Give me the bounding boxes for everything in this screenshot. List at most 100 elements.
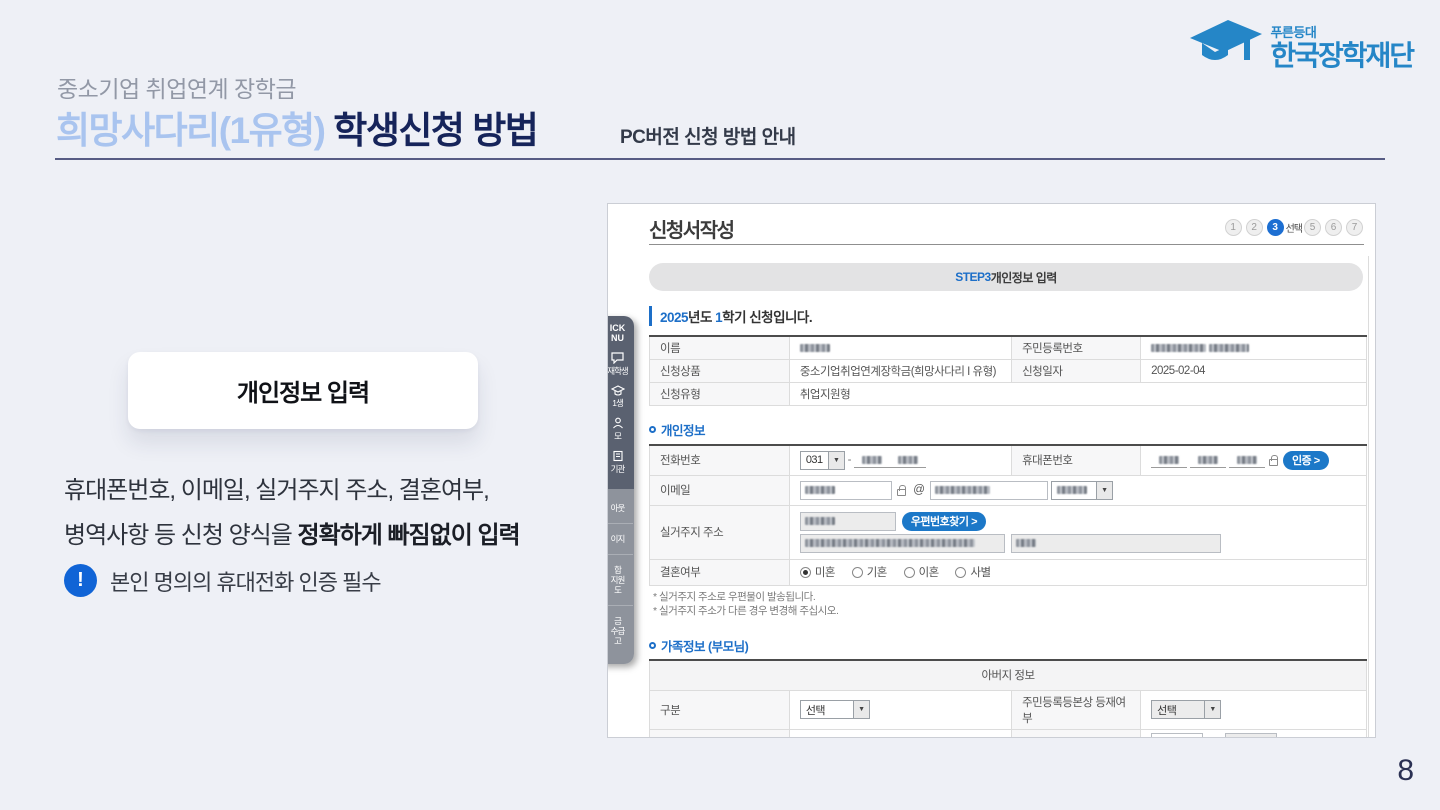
address-detail-input[interactable] [1011, 534, 1221, 553]
table-row: 신청상품 중소기업취업연계장학금(희망사다리 I 유형) 신청일자 2025-0… [650, 360, 1367, 383]
important-note: ! 본인 명의의 휴대전화 인증 필수 [64, 564, 381, 597]
lock-icon [1269, 459, 1278, 466]
form-title: 신청서작성 [649, 214, 734, 243]
quickmenu-item-mypage[interactable]: 이지 [607, 524, 633, 555]
table-row: 이메일 @ ▼ [650, 475, 1367, 505]
email-id-input[interactable] [800, 481, 892, 500]
slide-title-highlight: 희망사다리(1유형) [56, 110, 325, 151]
chevron-down-icon: ▼ [828, 452, 844, 469]
step-3-active[interactable]: 3 [1267, 219, 1284, 236]
quickmenu-item-institution[interactable]: 기관 [607, 450, 632, 474]
redacted-name [800, 344, 830, 352]
quickmenu-item-parent[interactable]: 모 [607, 417, 632, 441]
name-label: 이름 [650, 336, 790, 360]
father-name-label: 성명(아버지) [650, 729, 790, 738]
redacted-rrn2 [1209, 344, 1249, 352]
verify-button[interactable]: 인증 > [1283, 451, 1329, 470]
slide-subtitle: PC버전 신청 방법 안내 [620, 122, 796, 149]
step-7[interactable]: 7 [1346, 219, 1363, 236]
slide-title-rest: 학생신청 방법 [325, 110, 538, 151]
ksaf-logo: 푸른등대 한국장학재단 [1188, 12, 1413, 70]
section-bullet-icon [649, 426, 656, 433]
table-row: 신청유형 취업지원형 [650, 383, 1367, 406]
zipcode-search-button[interactable]: 우편번호찾기 > [902, 512, 986, 531]
date-value: 2025-02-04 [1141, 360, 1367, 383]
step-indicator: 1 2 3 선택 5 6 7 [1225, 219, 1363, 236]
scrollbar[interactable] [1368, 256, 1369, 737]
registry-label: 주민등록등본상 등재여부 [1012, 690, 1141, 729]
title-divider [649, 244, 1364, 245]
summary-table: 이름 주민등록번호 신청상품 중소기업취업연계장학금(희망사다리 I 유형) 신… [649, 335, 1367, 406]
mobile-last-input[interactable] [1229, 452, 1265, 468]
step-6[interactable]: 6 [1325, 219, 1342, 236]
mobile-mid-input[interactable] [1190, 452, 1226, 468]
radio-icon [852, 567, 863, 578]
chat-bubble-icon [611, 352, 624, 364]
father-type-select[interactable]: 선택▼ [800, 700, 870, 719]
name-value [789, 336, 1011, 360]
personal-section-header: 개인정보 [649, 420, 705, 439]
father-rrn-label: 주민등록번호 [1012, 729, 1141, 738]
registry-select[interactable]: 선택▼ [1151, 700, 1221, 719]
radio-widowed[interactable]: 사별 [955, 567, 990, 579]
email-domain-select[interactable]: ▼ [1051, 481, 1113, 500]
quickmenu-item-benefit[interactable]: 금 수급 고 [607, 606, 633, 656]
radio-icon [955, 567, 966, 578]
father-name-cell [789, 729, 1011, 738]
address-label: 실거주지 주소 [650, 505, 790, 559]
father-info-table: 아버지 정보 구분 선택▼ 주민등록등본상 등재여부 선택▼ 성명(아버지) 주… [649, 659, 1367, 738]
section-bullet-icon [649, 642, 656, 649]
family-section-title: 가족정보 (부모님) [661, 636, 748, 655]
email-cell: @ ▼ [789, 475, 1366, 505]
quick-menu: ICK NU 재학생 1생 모 기관 아웃 이지 합 지원 도 금 수급 고 [607, 316, 634, 664]
lock-icon [897, 489, 906, 496]
table-row: 결혼여부 미혼 기혼 이혼 사별 [650, 559, 1367, 585]
product-label: 신청상품 [650, 360, 790, 383]
rrn-label: 주민등록번호 [1012, 336, 1141, 360]
semester-notice: 2025년도 1학기 신청입니다. [649, 306, 812, 326]
father-rrn-back-input[interactable] [1225, 733, 1277, 739]
table-row: 성명(아버지) 주민등록번호 - 실명확인 > [650, 729, 1367, 738]
logo-small-label: 푸른등대 [1270, 22, 1413, 41]
page-number: 8 [1397, 754, 1414, 788]
note-text: 본인 명의의 휴대전화 인증 필수 [110, 565, 381, 597]
address-cell: 우편번호찾기 > [789, 505, 1366, 559]
quickmenu-item-logout[interactable]: 아웃 [607, 493, 633, 524]
table-row: 구분 선택▼ 주민등록등본상 등재여부 선택▼ [650, 690, 1367, 729]
chevron-down-icon: ▼ [1096, 482, 1112, 499]
header-divider [55, 158, 1385, 160]
phone-last-input[interactable] [890, 452, 926, 468]
quickmenu-item-student[interactable]: 재학생 [607, 352, 632, 376]
zipcode-input[interactable] [800, 512, 896, 531]
step-banner: STEP3 개인정보 입력 [649, 263, 1363, 291]
radio-married[interactable]: 기혼 [852, 567, 887, 579]
step-5[interactable]: 5 [1304, 219, 1321, 236]
phone-label: 전화번호 [650, 445, 790, 475]
mobile-carrier-input[interactable] [1151, 452, 1187, 468]
notice-year: 2025 [660, 310, 688, 325]
step-2[interactable]: 2 [1246, 219, 1263, 236]
address-main-input[interactable] [800, 534, 1005, 553]
quick-menu-top: ICK NU 재학생 1생 모 기관 [607, 316, 634, 489]
quick-menu-header: ICK NU [607, 323, 632, 343]
phone-area-select[interactable]: 031▼ [800, 451, 845, 470]
radio-divorced[interactable]: 이혼 [904, 567, 939, 579]
hyphen: - [848, 454, 851, 466]
address-note-1: * 실거주지 주소로 우편물이 발송됩니다. [653, 590, 815, 604]
description-line2: 병역사항 등 신청 양식을 [64, 522, 297, 549]
quickmenu-item-freshman[interactable]: 1생 [607, 385, 632, 408]
step-1[interactable]: 1 [1225, 219, 1242, 236]
father-rrn-front-input[interactable] [1151, 733, 1203, 739]
slide-title: 희망사다리(1유형) 학생신청 방법 [56, 100, 537, 154]
quickmenu-item-support[interactable]: 합 지원 도 [607, 555, 633, 606]
phone-mid-input[interactable] [854, 452, 890, 468]
radio-single[interactable]: 미혼 [800, 567, 835, 579]
email-domain-input[interactable] [930, 481, 1048, 500]
step-banner-label: 개인정보 입력 [991, 269, 1057, 286]
chevron-down-icon: ▼ [853, 701, 869, 718]
graduation-cap-icon [1188, 12, 1264, 70]
cap-icon [611, 385, 625, 396]
exclamation-icon: ! [64, 564, 97, 597]
description-line1: 휴대폰번호, 이메일, 실거주지 주소, 결혼여부, [64, 477, 489, 504]
at-sign: @ [913, 484, 924, 496]
